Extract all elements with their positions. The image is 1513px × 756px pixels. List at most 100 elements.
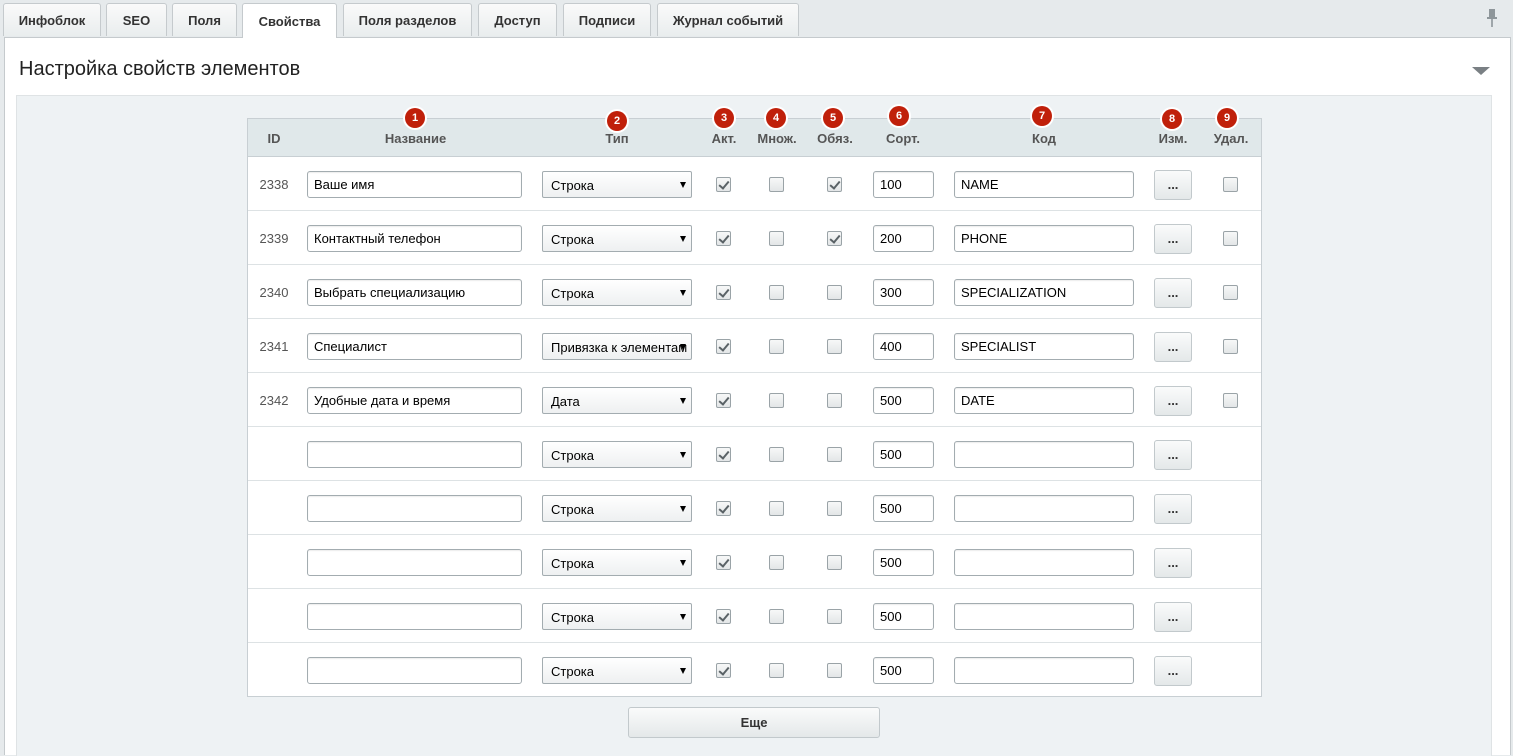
delete-checkbox[interactable] — [1223, 231, 1238, 246]
required-checkbox[interactable] — [827, 177, 842, 192]
active-checkbox[interactable] — [716, 555, 731, 570]
delete-checkbox[interactable] — [1223, 177, 1238, 192]
sort-input[interactable] — [873, 333, 934, 360]
dropdown-arrow-icon — [680, 668, 686, 674]
code-input[interactable] — [954, 549, 1134, 576]
active-checkbox[interactable] — [716, 447, 731, 462]
required-checkbox[interactable] — [827, 285, 842, 300]
property-name-input[interactable] — [307, 279, 522, 306]
active-checkbox[interactable] — [716, 285, 731, 300]
property-type-select[interactable]: Строка — [542, 495, 692, 522]
property-name-input[interactable] — [307, 495, 522, 522]
sort-input[interactable] — [873, 441, 934, 468]
property-name-input[interactable] — [307, 441, 522, 468]
code-input[interactable] — [954, 657, 1134, 684]
code-input[interactable] — [954, 279, 1134, 306]
multiple-checkbox[interactable] — [769, 393, 784, 408]
property-type-select[interactable]: Строка — [542, 441, 692, 468]
more-button[interactable]: Еще — [628, 707, 880, 738]
code-input[interactable] — [954, 603, 1134, 630]
property-name-input[interactable] — [307, 657, 522, 684]
active-checkbox[interactable] — [716, 339, 731, 354]
multiple-checkbox[interactable] — [769, 501, 784, 516]
delete-checkbox[interactable] — [1223, 285, 1238, 300]
edit-property-button[interactable]: ... — [1154, 278, 1192, 308]
tab-captions[interactable]: Подписи — [563, 3, 651, 36]
tab-access[interactable]: Доступ — [478, 3, 557, 36]
property-name-input[interactable] — [307, 603, 522, 630]
active-checkbox[interactable] — [716, 393, 731, 408]
property-type-select[interactable]: Строка — [542, 171, 692, 198]
code-input[interactable] — [954, 225, 1134, 252]
required-checkbox[interactable] — [827, 501, 842, 516]
multiple-checkbox[interactable] — [769, 555, 784, 570]
property-name-input[interactable] — [307, 333, 522, 360]
property-name-input[interactable] — [307, 171, 522, 198]
required-checkbox[interactable] — [827, 393, 842, 408]
table-row: 2342 Дата... — [248, 373, 1261, 427]
multiple-checkbox[interactable] — [769, 339, 784, 354]
tab-fields[interactable]: Поля — [172, 3, 237, 36]
tab-section-fields[interactable]: Поля разделов — [343, 3, 472, 36]
property-id: 2339 — [259, 231, 289, 246]
pin-icon[interactable] — [1485, 8, 1499, 28]
edit-property-button[interactable]: ... — [1154, 170, 1192, 200]
edit-property-button[interactable]: ... — [1154, 386, 1192, 416]
delete-checkbox[interactable] — [1223, 393, 1238, 408]
edit-property-button[interactable]: ... — [1154, 224, 1192, 254]
edit-property-button[interactable]: ... — [1154, 602, 1192, 632]
active-checkbox[interactable] — [716, 231, 731, 246]
multiple-checkbox[interactable] — [769, 231, 784, 246]
required-checkbox[interactable] — [827, 609, 842, 624]
active-checkbox[interactable] — [716, 663, 731, 678]
delete-checkbox[interactable] — [1223, 339, 1238, 354]
code-input[interactable] — [954, 333, 1134, 360]
property-type-select[interactable]: Строка — [542, 279, 692, 306]
sort-input[interactable] — [873, 549, 934, 576]
tab-infoblock[interactable]: Инфоблок — [3, 3, 101, 36]
collapse-arrow-icon[interactable] — [1472, 67, 1490, 75]
property-type-select[interactable]: Дата — [542, 387, 692, 414]
property-name-input[interactable] — [307, 387, 522, 414]
code-input[interactable] — [954, 171, 1134, 198]
required-checkbox[interactable] — [827, 663, 842, 678]
property-name-input[interactable] — [307, 225, 522, 252]
sort-input[interactable] — [873, 657, 934, 684]
edit-property-button[interactable]: ... — [1154, 440, 1192, 470]
active-checkbox[interactable] — [716, 501, 731, 516]
multiple-checkbox[interactable] — [769, 663, 784, 678]
multiple-checkbox[interactable] — [769, 285, 784, 300]
sort-input[interactable] — [873, 171, 934, 198]
code-input[interactable] — [954, 441, 1134, 468]
required-checkbox[interactable] — [827, 555, 842, 570]
sort-input[interactable] — [873, 603, 934, 630]
required-checkbox[interactable] — [827, 231, 842, 246]
required-checkbox[interactable] — [827, 339, 842, 354]
col-sort: Сорт. — [886, 131, 920, 146]
edit-property-button[interactable]: ... — [1154, 548, 1192, 578]
property-type-select[interactable]: Строка — [542, 225, 692, 252]
edit-property-button[interactable]: ... — [1154, 656, 1192, 686]
edit-property-button[interactable]: ... — [1154, 332, 1192, 362]
property-type-select[interactable]: Строка — [542, 549, 692, 576]
property-type-select[interactable]: Привязка к элементам — [542, 333, 692, 360]
property-type-select[interactable]: Строка — [542, 657, 692, 684]
required-checkbox[interactable] — [827, 447, 842, 462]
tab-seo[interactable]: SEO — [106, 3, 167, 36]
code-input[interactable] — [954, 495, 1134, 522]
property-type-select[interactable]: Строка — [542, 603, 692, 630]
sort-input[interactable] — [873, 387, 934, 414]
edit-property-button[interactable]: ... — [1154, 494, 1192, 524]
tab-event-log[interactable]: Журнал событий — [657, 3, 799, 36]
sort-input[interactable] — [873, 279, 934, 306]
code-input[interactable] — [954, 387, 1134, 414]
multiple-checkbox[interactable] — [769, 609, 784, 624]
active-checkbox[interactable] — [716, 609, 731, 624]
tab-properties[interactable]: Свойства — [242, 3, 337, 38]
multiple-checkbox[interactable] — [769, 447, 784, 462]
sort-input[interactable] — [873, 495, 934, 522]
sort-input[interactable] — [873, 225, 934, 252]
property-name-input[interactable] — [307, 549, 522, 576]
active-checkbox[interactable] — [716, 177, 731, 192]
multiple-checkbox[interactable] — [769, 177, 784, 192]
